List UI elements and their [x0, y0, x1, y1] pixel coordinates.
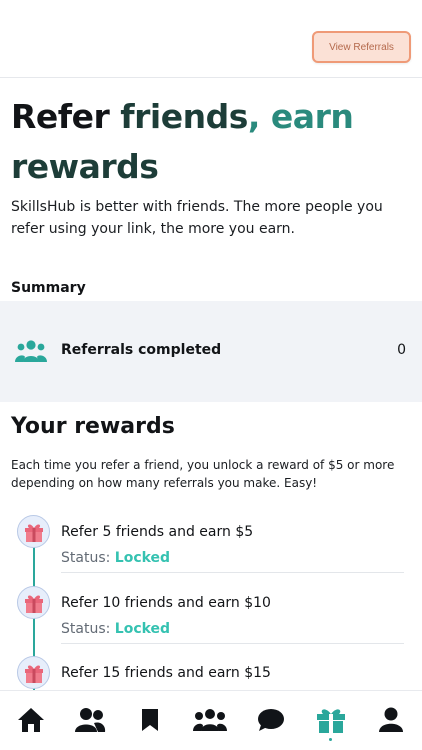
reward-title: Refer 5 friends and earn $5: [61, 524, 254, 540]
friends-icon[interactable]: [70, 705, 110, 735]
reward-title: Refer 10 friends and earn $10: [61, 595, 271, 611]
community-icon[interactable]: [190, 705, 230, 735]
title-friends: friends: [120, 97, 248, 136]
title-rewards: rewards: [11, 147, 159, 186]
intro-text: SkillsHub is better with friends. The mo…: [11, 199, 383, 237]
status-value: Locked: [114, 621, 171, 637]
status-prefix: Status:: [61, 550, 115, 566]
gift-icon: [17, 515, 50, 548]
page-title: Refer friends, earn rewards: [11, 92, 411, 192]
title-earn: , earn: [247, 97, 354, 136]
divider: [61, 572, 404, 573]
reward-title: Refer 15 friends and earn $15: [61, 665, 271, 681]
reward-status: Status: Locked: [61, 550, 170, 566]
top-bar: View Referrals: [0, 0, 422, 78]
status-prefix: Status:: [61, 621, 115, 637]
gift-icon: [17, 656, 50, 689]
gift-icon: [17, 586, 50, 619]
summary-value: 0: [397, 342, 406, 358]
active-indicator: [329, 738, 332, 741]
chat-icon[interactable]: [251, 705, 291, 735]
gift-nav-icon[interactable]: [311, 705, 351, 735]
bottom-nav: [0, 690, 422, 750]
title-refer: Refer: [11, 97, 121, 136]
divider: [61, 643, 404, 644]
status-value: Locked: [114, 550, 171, 566]
rewards-heading: Your rewards: [11, 414, 175, 439]
home-icon[interactable]: [11, 705, 51, 735]
rewards-intro: Each time you refer a friend, you unlock…: [11, 458, 395, 490]
reward-status: Status: Locked: [61, 621, 170, 637]
bookmark-icon[interactable]: [130, 705, 170, 735]
summary-label: Referrals completed: [61, 342, 222, 358]
profile-icon[interactable]: [371, 705, 411, 735]
people-icon: [15, 340, 47, 362]
view-referrals-button[interactable]: View Referrals: [312, 31, 411, 63]
summary-heading: Summary: [11, 280, 86, 296]
